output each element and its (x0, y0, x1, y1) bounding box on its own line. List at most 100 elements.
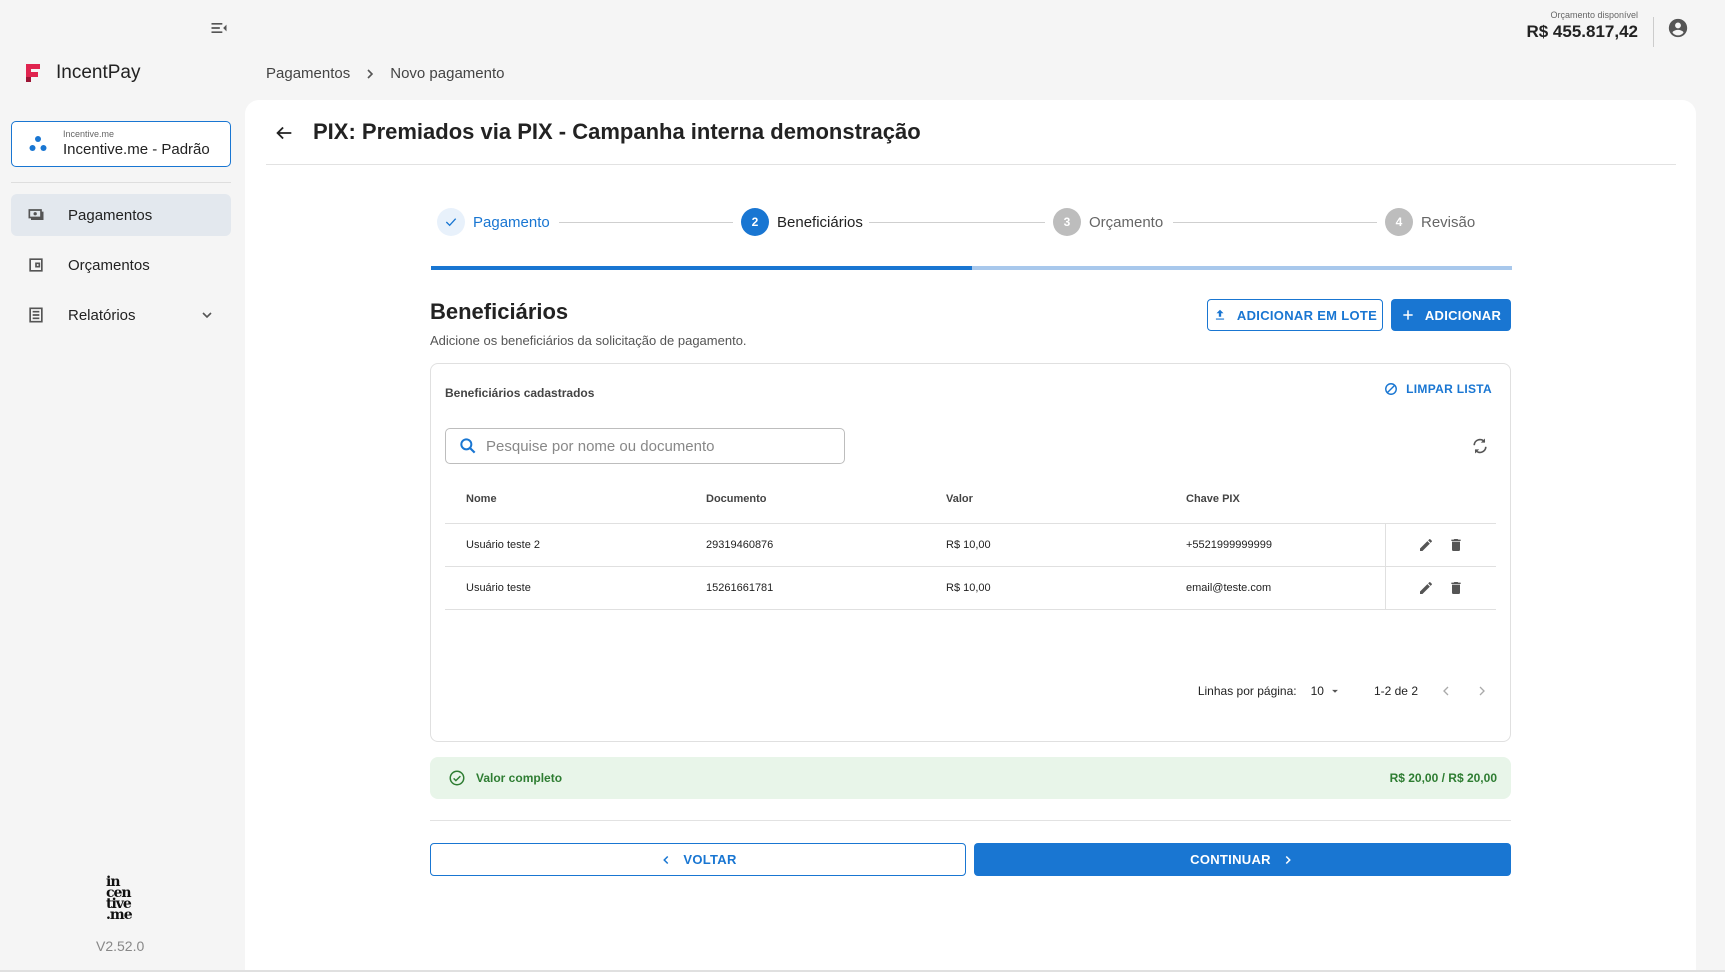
page-range: 1-2 de 2 (1373, 684, 1418, 698)
sidebar-item-label: Pagamentos (68, 206, 153, 224)
sidebar-item-orcamentos[interactable]: Orçamentos (11, 244, 231, 286)
step-revisao[interactable]: 4 Revisão (1385, 208, 1475, 236)
table-header: Nome Documento Valor Chave PIX (445, 474, 1496, 524)
main-card: PIX: Premiados via PIX - Campanha intern… (245, 100, 1696, 972)
rows-per-page-value: 10 (1310, 684, 1324, 698)
rows-per-page-select[interactable]: 10 (1311, 684, 1342, 698)
add-batch-button[interactable]: ADICIONAR EM LOTE (1207, 299, 1383, 331)
add-label: ADICIONAR (1424, 307, 1502, 323)
sidebar-item-relatorios[interactable]: Relatórios (11, 294, 231, 336)
beneficiaries-card: Beneficiários cadastrados LIMPAR LISTA N… (430, 363, 1511, 742)
continue-button[interactable]: CONTINUAR (974, 843, 1511, 876)
sidebar-item-label: Orçamentos (68, 256, 150, 274)
step-label: Orçamento (1089, 213, 1164, 231)
search-box (445, 428, 845, 464)
cell-name: Usuário teste (466, 582, 531, 594)
reports-icon (29, 307, 43, 323)
payments-icon (28, 209, 44, 220)
beneficiaries-title: Beneficiários cadastrados (445, 386, 595, 400)
block-icon (1385, 383, 1398, 395)
back-label: VOLTAR (683, 852, 737, 867)
row-actions (1385, 567, 1496, 609)
topbar-divider (1653, 17, 1654, 47)
beneficiaries-table: Nome Documento Valor Chave PIX Usuário t… (445, 474, 1496, 610)
column-header-documento[interactable]: Documento (685, 493, 925, 505)
step-connector (1173, 222, 1377, 223)
delete-icon[interactable] (1448, 537, 1464, 553)
next-page-icon[interactable] (1474, 683, 1490, 699)
refresh-icon[interactable] (1470, 436, 1490, 456)
step-label: Revisão (1421, 213, 1476, 231)
cell-value: R$ 10,00 (946, 539, 991, 551)
cell-pix-key: +5521999999999 (1186, 539, 1272, 551)
step-number: 3 (1053, 208, 1081, 236)
column-header-nome[interactable]: Nome (445, 493, 685, 505)
section-subtitle: Adicione os beneficiários da solicitação… (430, 333, 747, 348)
app-version: V2.52.0 (96, 938, 145, 954)
amount-status-alert: Valor completo R$ 20,00 / R$ 20,00 (430, 757, 1511, 799)
step-connector (559, 222, 733, 223)
back-arrow-icon[interactable] (273, 122, 295, 144)
table-row: Usuário teste 15261661781 R$ 10,00 email… (445, 567, 1496, 610)
column-header-chave-pix[interactable]: Chave PIX (1165, 493, 1385, 505)
breadcrumb-item-current: Novo pagamento (390, 65, 505, 82)
clear-list-button[interactable]: LIMPAR LISTA (1384, 382, 1492, 396)
budget-value: R$ 455.817,42 (1526, 22, 1638, 41)
menu-collapse-icon[interactable] (208, 18, 230, 38)
edit-icon[interactable] (1418, 580, 1434, 596)
stepper: Pagamento 2 Beneficiários 3 Orçamento 4 … (437, 208, 1516, 238)
edit-icon[interactable] (1418, 537, 1434, 553)
sidebar-item-pagamentos[interactable]: Pagamentos (11, 194, 231, 236)
incentive-logo-icon: in cen tive .me (106, 874, 133, 923)
organization-name: Incentive.me - Padrão (63, 141, 210, 158)
chevron-right-icon (1285, 855, 1291, 864)
step-orcamento[interactable]: 3 Orçamento (1053, 208, 1163, 236)
step-beneficiarios[interactable]: 2 Beneficiários (741, 208, 863, 236)
table-row: Usuário teste 2 29319460876 R$ 10,00 +55… (445, 524, 1496, 567)
brand-logo-icon (26, 64, 40, 82)
back-button[interactable]: VOLTAR (430, 843, 966, 876)
pagination: Linhas por página: 10 1-2 de 2 (431, 681, 1510, 701)
step-label: Pagamento (473, 213, 550, 231)
step-number: 2 (741, 208, 769, 236)
sidebar-nav: Pagamentos Orçamentos Relatórios (11, 194, 231, 344)
delete-icon[interactable] (1448, 580, 1464, 596)
row-actions (1385, 524, 1496, 566)
account-circle-icon[interactable] (1667, 17, 1689, 39)
rows-per-page-label: Linhas por página: (1197, 684, 1297, 698)
brand: IncentPay (24, 62, 141, 84)
step-progress-fill (431, 266, 972, 270)
step-pagamento[interactable]: Pagamento (437, 208, 550, 236)
chevron-left-icon (663, 855, 669, 864)
organization-label: Incentive.me (63, 129, 115, 139)
search-input[interactable] (486, 437, 826, 455)
dropdown-arrow-icon (1332, 689, 1338, 693)
section-title: Beneficiários (430, 299, 569, 324)
available-budget: Orçamento disponível R$ 455.817,42 (1526, 10, 1638, 42)
brand-name: IncentPay (56, 62, 141, 83)
step-number: 4 (1385, 208, 1413, 236)
step-connector (869, 222, 1045, 223)
step-label: Beneficiários (777, 213, 863, 231)
check-icon (437, 208, 465, 236)
status-text: Valor completo (476, 771, 563, 785)
page-title: PIX: Premiados via PIX - Campanha intern… (313, 119, 921, 144)
chevron-right-icon (367, 68, 374, 79)
previous-page-icon[interactable] (1438, 683, 1454, 699)
breadcrumb-item-pagamentos[interactable]: Pagamentos (266, 65, 350, 82)
title-divider (266, 164, 1676, 165)
sidebar-divider (11, 182, 231, 183)
clear-list-label: LIMPAR LISTA (1406, 382, 1492, 396)
chevron-down-icon[interactable] (199, 307, 215, 323)
column-header-valor[interactable]: Valor (925, 493, 1165, 505)
upload-icon (1215, 309, 1225, 320)
search-icon (460, 438, 476, 454)
add-beneficiary-button[interactable]: ADICIONAR (1391, 299, 1511, 331)
footer-divider (430, 820, 1511, 821)
breadcrumb: Pagamentos Novo pagamento (266, 65, 504, 82)
status-value: R$ 20,00 / R$ 20,00 (1389, 771, 1497, 785)
step-progress-bar (431, 266, 1512, 270)
continue-label: CONTINUAR (1190, 852, 1271, 867)
sidebar-item-label: Relatórios (68, 306, 136, 324)
organization-selector[interactable]: Incentive.me Incentive.me - Padrão (11, 121, 231, 167)
